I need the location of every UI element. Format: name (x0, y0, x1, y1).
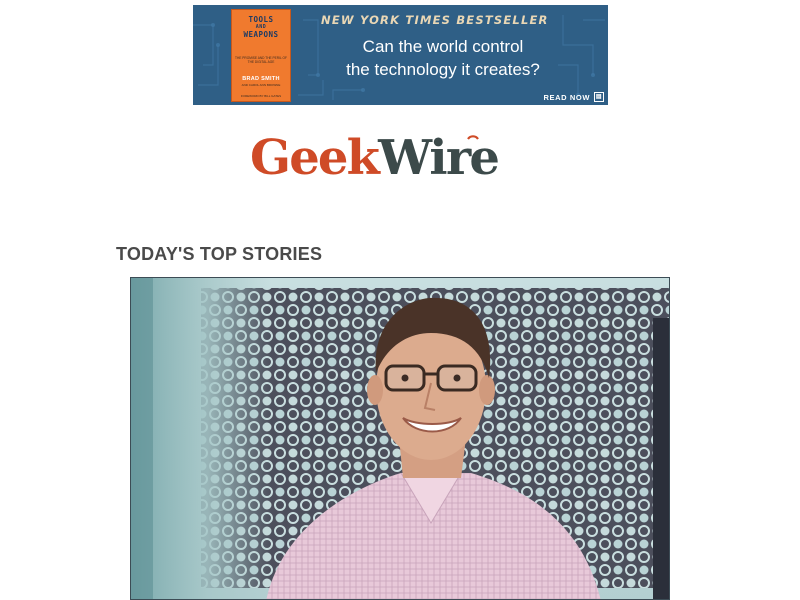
ad-headline-line: Can the world control (362, 37, 524, 56)
book-icon: ▤ (594, 92, 604, 102)
book-cover-image: TOOLS AND WEAPONS THE PROMISE AND THE PE… (231, 9, 291, 102)
read-now-link[interactable]: READ NOW ▤ (544, 92, 604, 102)
ad-headline: Can the world control the technology it … (313, 35, 573, 81)
section-heading: TODAY'S TOP STORIES (116, 244, 323, 264)
logo-wire-text: Wire (378, 130, 500, 186)
signal-arc-icon (467, 135, 479, 140)
portrait-photo (131, 278, 669, 599)
top-banner-ad[interactable]: TOOLS AND WEAPONS THE PROMISE AND THE PE… (193, 5, 608, 105)
book-title-line: TOOLS (248, 15, 274, 24)
geekwire-logo[interactable]: GeekWire (250, 126, 500, 190)
book-author: BRAD SMITH (242, 76, 280, 82)
book-coauthor: AND CAROL ANN BROWNE (241, 83, 281, 87)
ad-headline-line: the technology it creates? (346, 60, 540, 79)
logo-geek-text: Geek (250, 130, 380, 186)
read-now-label: READ NOW (543, 92, 590, 102)
book-title: TOOLS AND WEAPONS (232, 15, 290, 39)
book-subtitle: THE PROMISE AND THE PERIL OF THE DIGITAL… (235, 56, 287, 64)
ad-kicker: NEW YORK TIMES BESTSELLER (321, 13, 549, 27)
book-title-line: WEAPONS (243, 30, 279, 39)
book-foreword: FOREWORD BY BILL GATES (240, 94, 282, 98)
top-story-photo[interactable] (130, 277, 670, 600)
